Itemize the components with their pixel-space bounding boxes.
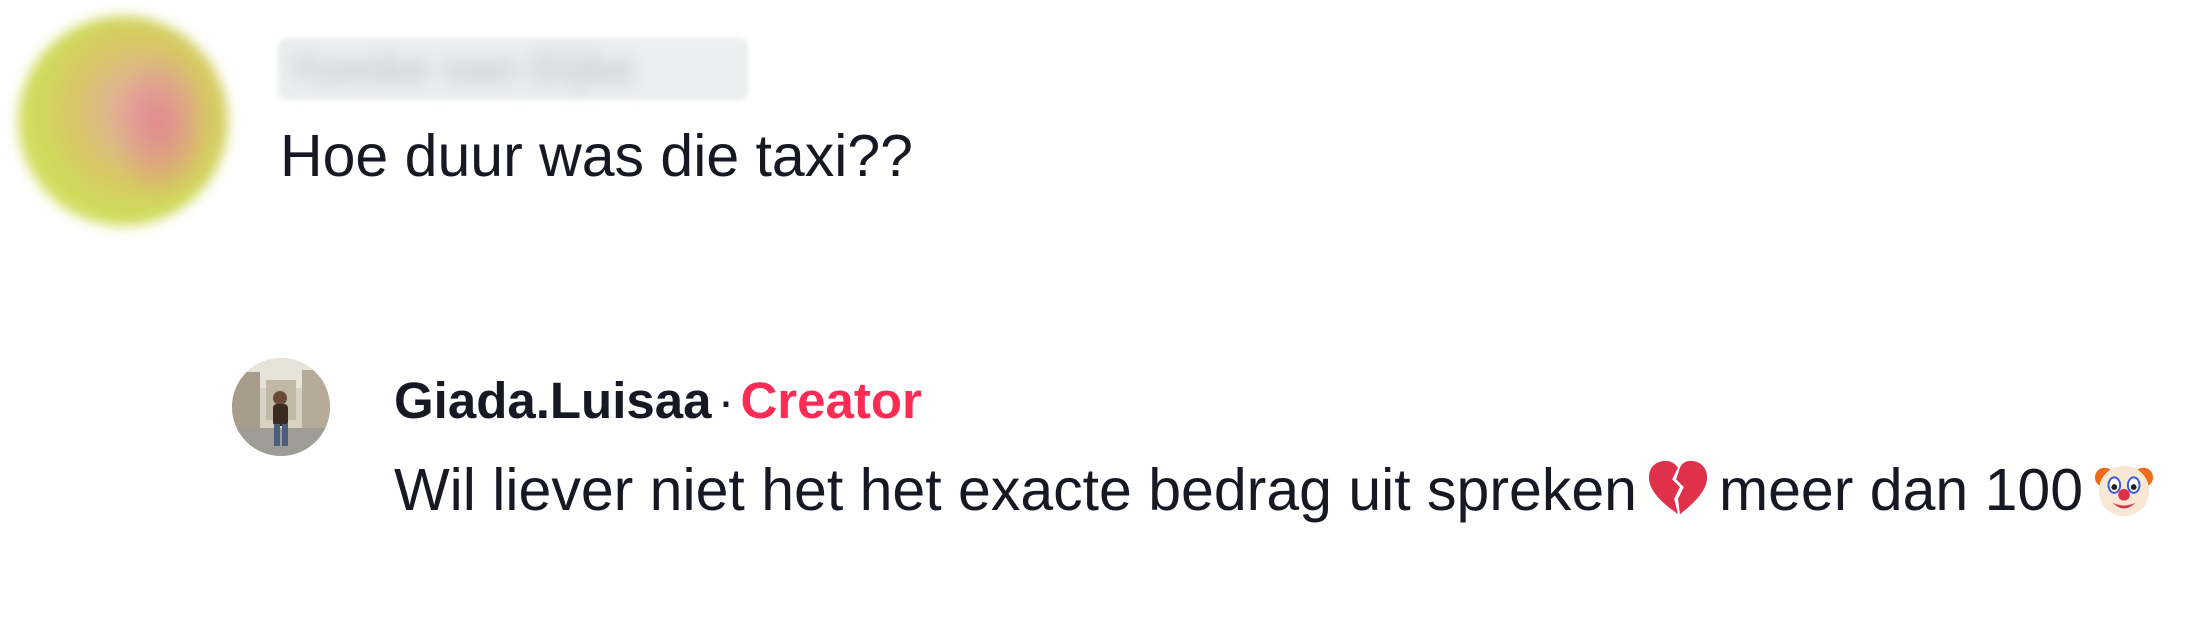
avatar[interactable]: [232, 358, 330, 456]
reply-header: Giada.Luisaa · Creator: [394, 370, 922, 432]
avatar-photo: [232, 358, 330, 456]
separator: ·: [717, 372, 735, 429]
clown-face-icon: [2093, 458, 2155, 520]
creator-badge: Creator: [740, 372, 922, 429]
reply-text: Wil liever niet het het exacte bedrag ui…: [394, 448, 2184, 532]
avatar[interactable]: [18, 16, 228, 226]
username-blurred[interactable]: Yumke van Dijke: [278, 38, 748, 100]
broken-heart-icon: [1647, 458, 1709, 520]
username[interactable]: Giada.Luisaa: [394, 372, 711, 429]
comment-text: Hoe duur was die taxi??: [280, 123, 913, 189]
